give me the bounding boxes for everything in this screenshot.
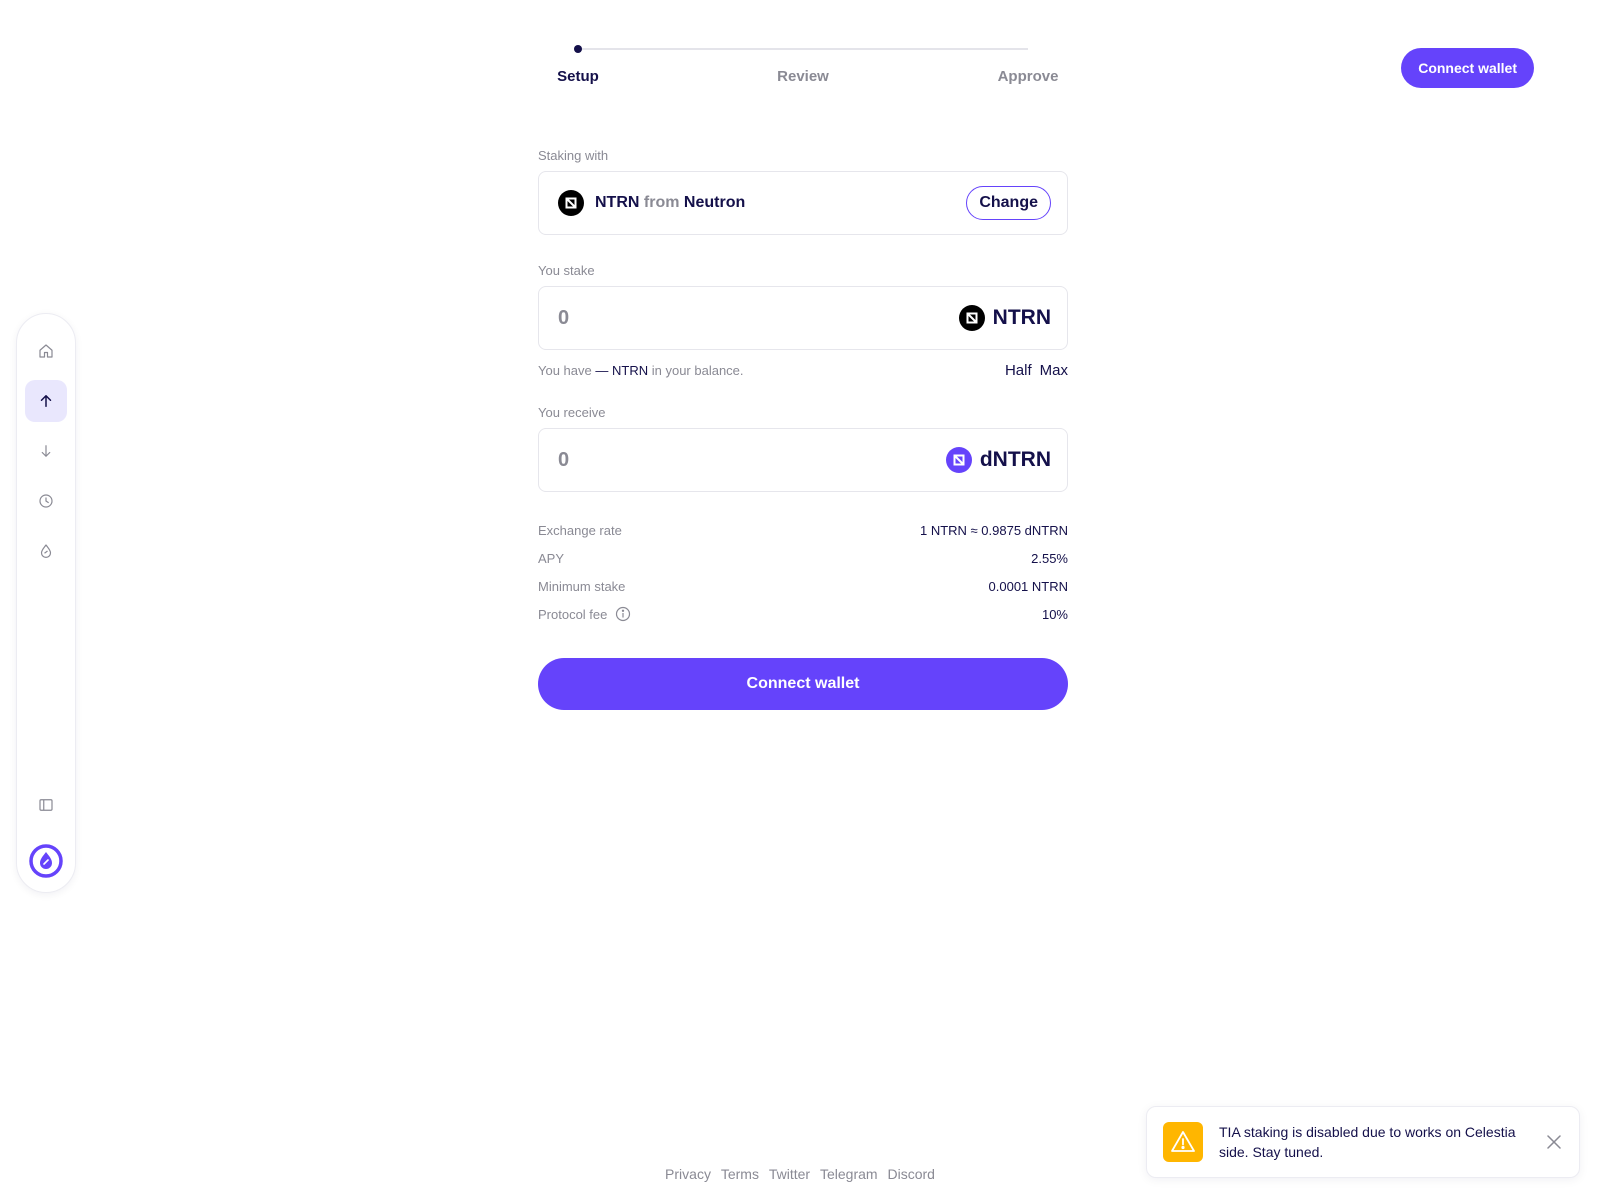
ntrn-token-icon: [958, 305, 985, 331]
notification-toast: TIA staking is disabled due to works on …: [1146, 1106, 1580, 1178]
arrow-down-icon: [41, 445, 51, 457]
you-stake-label: You stake: [538, 263, 595, 278]
info-row-apy: APY 2.55%: [538, 544, 1068, 572]
stake-token-symbol: NTRN: [992, 306, 1051, 329]
stake-form: Staking with NTRN from Neutron Change Yo…: [538, 148, 1068, 710]
receive-amount-input[interactable]: [558, 448, 758, 472]
info-key-wrap: Protocol fee: [538, 606, 631, 622]
drop-icon: [40, 544, 52, 558]
balance-row: You have — NTRN in your balance. Half Ma…: [538, 362, 1068, 379]
info-row-protocol-fee: Protocol fee 10%: [538, 600, 1068, 628]
info-value: 0.0001 NTRN: [988, 578, 1068, 594]
info-key: APY: [538, 550, 565, 566]
change-token-button[interactable]: Change: [966, 186, 1051, 220]
sidebar-bottom: [25, 784, 67, 878]
balance-actions: Half Max: [1005, 362, 1068, 379]
stake-token-display: NTRN: [958, 305, 1051, 331]
receive-token-symbol: dNTRN: [979, 448, 1051, 471]
nav-stake[interactable]: [25, 380, 67, 422]
nav-unstake[interactable]: [25, 430, 67, 472]
balance-text: You have — NTRN in your balance.: [538, 363, 744, 378]
staking-with-value: NTRN from Neutron: [595, 194, 745, 212]
balance-suffix: in your balance.: [651, 363, 744, 378]
info-circle-icon[interactable]: [615, 606, 631, 622]
step-review: Review: [777, 68, 829, 85]
info-row-exchange-rate: Exchange rate 1 NTRN ≈ 0.9875 dNTRN: [538, 516, 1068, 544]
drop-logo-icon[interactable]: [29, 844, 63, 878]
info-value: 10%: [1041, 606, 1068, 622]
info-value: 2.55%: [1031, 550, 1068, 566]
stake-amount-input[interactable]: [558, 306, 758, 330]
home-icon: [39, 344, 53, 358]
warning-badge: [1163, 1122, 1203, 1162]
info-rows: Exchange rate 1 NTRN ≈ 0.9875 dNTRN APY …: [538, 516, 1068, 628]
warning-icon: [1171, 1131, 1195, 1152]
half-button[interactable]: Half: [1005, 362, 1032, 379]
footer-link-discord[interactable]: Discord: [887, 1166, 934, 1182]
connect-wallet-button[interactable]: Connect wallet: [538, 658, 1068, 710]
step-approve: Approve: [997, 68, 1059, 85]
toast-message: TIA staking is disabled due to works on …: [1219, 1124, 1516, 1160]
info-value: 1 NTRN ≈ 0.9875 dNTRN: [919, 522, 1068, 538]
stepper-line: [578, 48, 1028, 50]
info-key: Minimum stake: [538, 578, 626, 594]
staking-chain: Neutron: [683, 194, 746, 211]
footer-link-terms[interactable]: Terms: [721, 1166, 759, 1182]
receive-amount-box: dNTRN: [538, 428, 1068, 492]
close-icon[interactable]: [1545, 1133, 1563, 1151]
info-row-minimum-stake: Minimum stake 0.0001 NTRN: [538, 572, 1068, 600]
header-connect-wallet-button[interactable]: Connect wallet: [1401, 48, 1534, 88]
stepper-active-dot: [574, 45, 582, 53]
sidebar-nav: [25, 330, 67, 580]
staking-token: NTRN: [595, 194, 640, 211]
arrow-up-icon: [40, 395, 52, 407]
footer-link-privacy[interactable]: Privacy: [665, 1166, 711, 1182]
footer-link-telegram[interactable]: Telegram: [820, 1166, 878, 1182]
balance-prefix: You have: [538, 363, 592, 378]
info-key: Protocol fee: [538, 606, 608, 622]
nav-home[interactable]: [25, 330, 67, 372]
sidebar-toggle-button[interactable]: [25, 784, 67, 826]
nav-drop[interactable]: [25, 530, 67, 572]
max-button[interactable]: Max: [1040, 362, 1068, 379]
balance-token: NTRN: [612, 363, 649, 378]
staking-from-word: from: [643, 194, 680, 211]
ntrn-token-icon: [558, 190, 584, 216]
info-key: Exchange rate: [538, 522, 622, 538]
dntrn-token-icon: [945, 447, 972, 473]
stepper: Setup Review Approve: [548, 40, 1068, 90]
receive-token-display: dNTRN: [945, 447, 1051, 473]
staking-with-box: NTRN from Neutron Change: [538, 171, 1068, 235]
sidebar: [16, 313, 76, 893]
sidebar-toggle-icon: [39, 799, 53, 811]
step-setup: Setup: [557, 68, 599, 85]
footer-link-twitter[interactable]: Twitter: [769, 1166, 810, 1182]
staking-with-label: Staking with: [538, 148, 609, 163]
balance-amount: —: [595, 363, 609, 378]
you-receive-label: You receive: [538, 405, 606, 420]
stake-amount-box: NTRN: [538, 286, 1068, 350]
nav-history[interactable]: [25, 480, 67, 522]
clock-icon: [39, 494, 53, 508]
